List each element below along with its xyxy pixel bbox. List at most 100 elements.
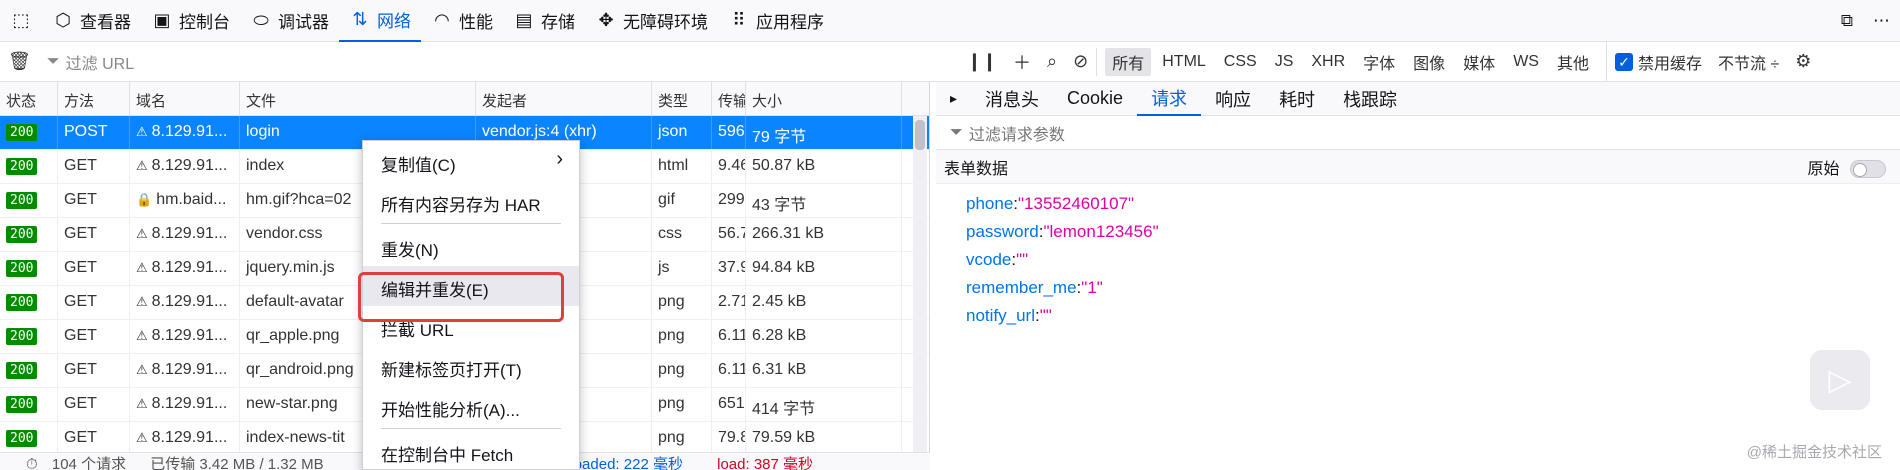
domain-text: 8.129.91... — [151, 259, 228, 276]
tool-inspect[interactable]: ⬚ — [0, 0, 42, 42]
menu-item-label: 复制值(C) — [381, 156, 456, 175]
transferred-cell: 37.9 — [712, 252, 746, 285]
disable-cache-checkbox[interactable]: ✓ 禁用缓存 — [1606, 41, 1710, 82]
domain-text: 8.129.91... — [151, 429, 228, 446]
status-cell: 200 — [0, 150, 58, 183]
type-filter-6[interactable]: 图像 — [1406, 48, 1452, 76]
domain-text: 8.129.91... — [151, 361, 228, 378]
type-filter-1[interactable]: HTML — [1155, 51, 1213, 73]
domain-cell: ⚠ 8.129.91... — [130, 286, 240, 319]
column-header[interactable]: 类型 — [652, 82, 712, 115]
network-settings-icon[interactable]: ⚙ — [1787, 42, 1819, 82]
panel-toggle-icon[interactable]: ▸ — [936, 82, 971, 116]
transferred-cell: 651 — [712, 388, 746, 421]
insecure-lock-icon: ⚠ — [136, 260, 148, 275]
network-filter-bar: 🗑 ⏷ 过滤 URL ❙❙ ＋ ⌕ ⊘ 所有 HTML CSS JS XHR 字体 图像 媒体… — [0, 41, 1900, 82]
tool-debugger[interactable]: ⬭ 调试器 — [240, 0, 339, 42]
more-icon[interactable]: ⋯ — [1863, 0, 1900, 42]
domain-text: 8.129.91... — [151, 293, 228, 310]
scrollbar-thumb[interactable] — [915, 120, 925, 150]
size-cell: 6.28 kB — [746, 320, 902, 353]
tool-storage[interactable]: ▤ 存储 — [503, 0, 585, 42]
type-cell: png — [652, 388, 712, 421]
search-icon[interactable]: ⌕ — [1039, 42, 1065, 82]
column-header[interactable]: 文件 — [240, 82, 476, 115]
type-filter-8[interactable]: WS — [1506, 51, 1546, 73]
domain-text: 8.129.91... — [151, 225, 228, 242]
status-badge: 200 — [6, 124, 38, 141]
block-icon[interactable]: ⊘ — [1065, 42, 1096, 82]
transferred-cell: 596 — [712, 116, 746, 149]
status-cell: 200 — [0, 218, 58, 251]
menu-item[interactable]: 在控制台中 Fetch — [363, 431, 579, 470]
column-header[interactable]: 方法 — [58, 82, 130, 115]
menu-item[interactable]: 所有内容另存为 HAR — [363, 181, 579, 221]
details-tab-5[interactable]: 栈跟踪 — [1329, 82, 1411, 116]
form-field[interactable]: remember_me: "1" — [936, 274, 1900, 302]
field-key: remember_me — [966, 278, 1077, 297]
type-filter-7[interactable]: 媒体 — [1456, 48, 1502, 76]
raw-toggle[interactable]: 原始 — [1808, 155, 1886, 179]
form-data-section[interactable]: 表单数据 原始 — [936, 150, 1900, 184]
menu-item[interactable]: 新建标签页打开(T) — [363, 346, 579, 386]
form-field[interactable]: password: "lemon123456" — [936, 218, 1900, 246]
initiator-link[interactable]: vendor.js:4 (xhr) — [482, 123, 597, 140]
domain-cell: ⚠ 8.129.91... — [130, 218, 240, 251]
tool-inspector[interactable]: ⬡ 查看器 — [42, 0, 141, 42]
devtools-toolbar: ⬚ ⬡ 查看器 ▣ 控制台 ⬭ 调试器 ⇅ 网络 ◠ 性能 ▤ 存储 ✥ 无障碍环境 ⠿ 应用程序 ⧉ ⋯ — [0, 0, 1900, 42]
field-value: "lemon123456" — [1043, 222, 1159, 241]
column-header[interactable]: 状态 — [0, 82, 58, 115]
details-tab-0[interactable]: 消息头 — [971, 82, 1053, 116]
domain-text: 8.129.91... — [151, 157, 228, 174]
type-filter-0[interactable]: 所有 — [1105, 47, 1152, 76]
details-tab-3[interactable]: 响应 — [1201, 82, 1265, 116]
tool-application[interactable]: ⠿ 应用程序 — [718, 0, 834, 42]
add-icon[interactable]: ＋ — [1005, 42, 1039, 82]
domain-cell: ⚠ 8.129.91... — [130, 252, 240, 285]
checkbox-checked-icon: ✓ — [1615, 52, 1633, 71]
size-cell: 266.31 kB — [746, 218, 902, 251]
details-tab-1[interactable]: Cookie — [1053, 82, 1137, 116]
tool-accessibility[interactable]: ✥ 无障碍环境 — [585, 0, 718, 42]
column-header[interactable]: 域名 — [130, 82, 240, 115]
column-header[interactable]: 发起者 — [476, 82, 652, 115]
param-filter-input[interactable]: ⏷ 过滤请求参数 — [936, 116, 1900, 150]
form-field[interactable]: notify_url: "" — [936, 302, 1900, 330]
throttle-select[interactable]: 不节流 ÷ — [1710, 42, 1787, 82]
type-filter-4[interactable]: XHR — [1304, 51, 1352, 73]
menu-item[interactable]: 开始性能分析(A)... — [363, 386, 579, 426]
details-tab-4[interactable]: 耗时 — [1265, 82, 1329, 116]
details-tab-2[interactable]: 请求 — [1137, 82, 1202, 116]
status-badge: 200 — [6, 294, 38, 311]
insecure-lock-icon: ⚠ — [136, 158, 148, 173]
type-filter-3[interactable]: JS — [1268, 51, 1301, 73]
transferred-cell: 79.8 — [712, 422, 746, 452]
type-filter-5[interactable]: 字体 — [1356, 48, 1402, 76]
status-badge: 200 — [6, 158, 38, 175]
tool-network[interactable]: ⇅ 网络 — [339, 0, 421, 42]
status-badge: 200 — [6, 328, 38, 345]
form-field[interactable]: vcode: "" — [936, 246, 1900, 274]
tool-label: 存储 — [541, 13, 575, 32]
size-cell: 50.87 kB — [746, 150, 902, 183]
stopwatch-icon: ⏱ — [26, 456, 38, 470]
menu-item-label: 开始性能分析(A)... — [381, 401, 520, 420]
tool-console[interactable]: ▣ 控制台 — [141, 0, 240, 42]
form-field[interactable]: phone: "13552460107" — [936, 190, 1900, 218]
menu-item[interactable]: 复制值(C) › — [363, 141, 579, 181]
menu-item[interactable]: 重发(N) — [363, 226, 579, 266]
menu-item-label: 重发(N) — [381, 241, 439, 260]
table-scrollbar[interactable] — [913, 116, 927, 452]
pause-icon[interactable]: ❙❙ — [959, 42, 1005, 82]
domain-cell: ⚠ 8.129.91... — [130, 354, 240, 387]
type-filter-9[interactable]: 其他 — [1550, 48, 1596, 76]
column-header[interactable]: 大小 — [746, 82, 902, 115]
column-header[interactable]: 传输 — [712, 82, 746, 115]
method-cell: GET — [58, 320, 130, 353]
responsive-icon[interactable]: ⧉ — [1831, 0, 1863, 42]
play-icon[interactable]: ▷ — [1810, 350, 1870, 410]
clear-requests-icon[interactable]: 🗑 — [0, 42, 39, 82]
filter-url-input[interactable]: ⏷ 过滤 URL — [39, 42, 959, 82]
tool-performance[interactable]: ◠ 性能 — [421, 0, 503, 42]
type-filter-2[interactable]: CSS — [1217, 51, 1264, 73]
